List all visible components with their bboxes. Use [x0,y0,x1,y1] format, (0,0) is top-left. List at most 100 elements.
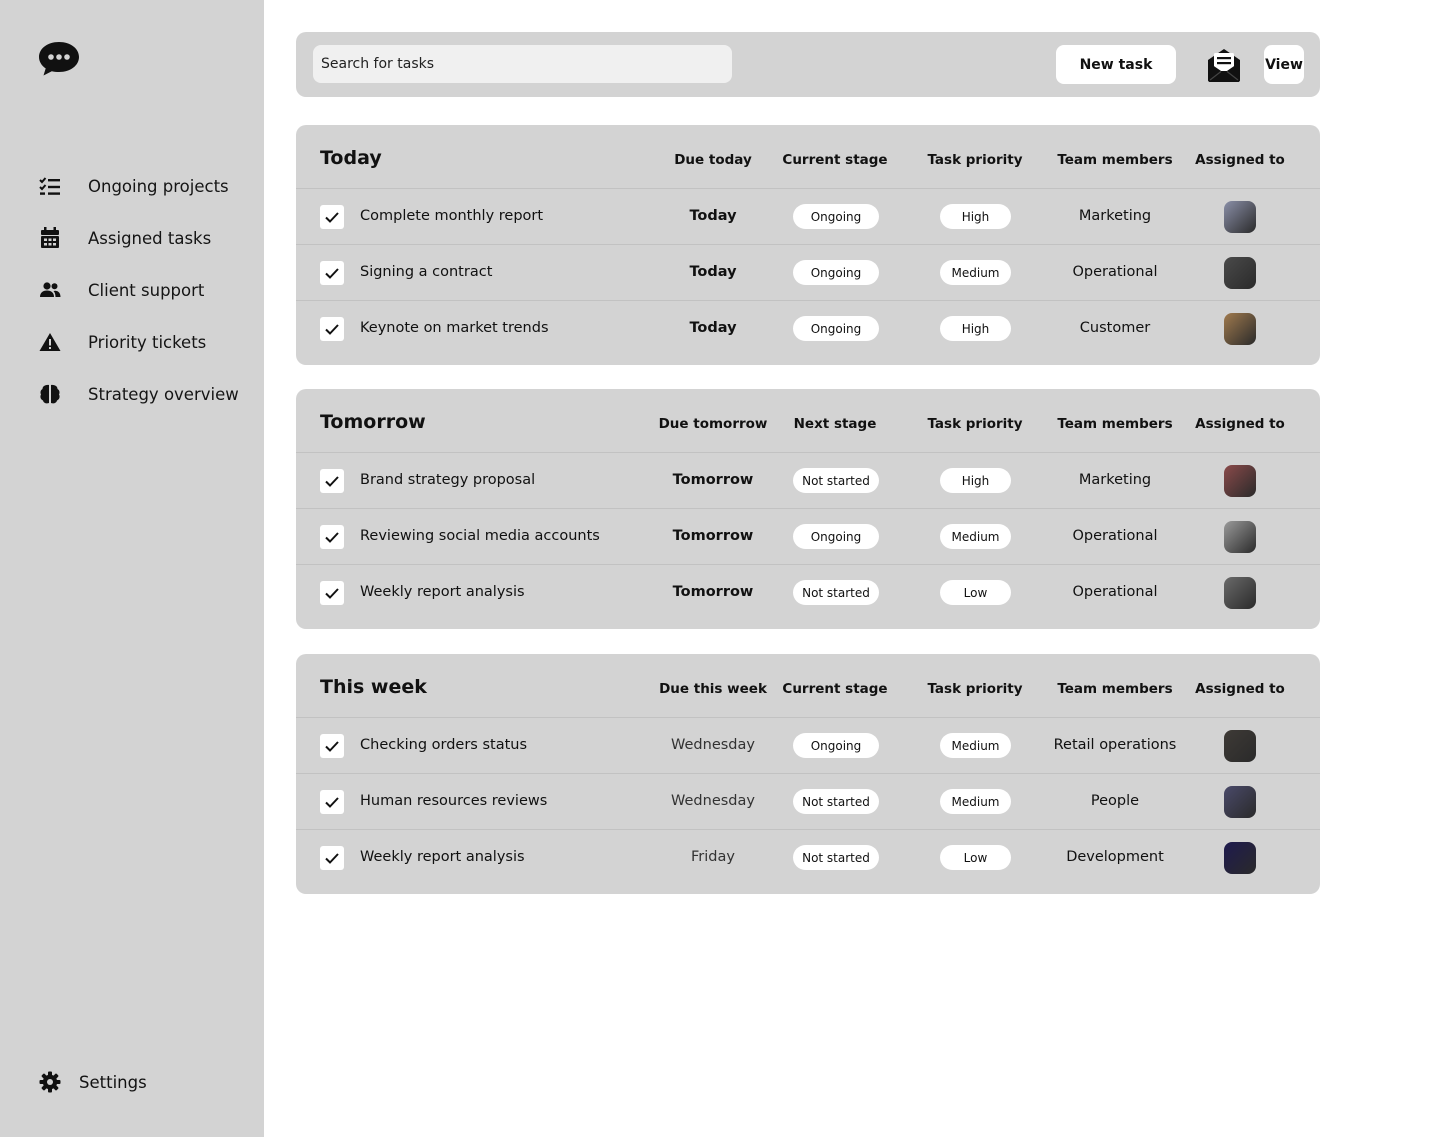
sidebar-item-ongoing-projects[interactable]: Ongoing projects [38,168,239,204]
chat-bubble-logo-icon[interactable] [38,40,80,78]
due-value: Wednesday [671,793,755,809]
stage-badge: Ongoing [793,524,879,549]
task-checkbox[interactable] [320,525,344,549]
sidebar-item-client-support[interactable]: Client support [38,272,239,308]
avatar[interactable] [1224,842,1256,874]
column-header-priority: Task priority [927,416,1023,432]
due-value: Tomorrow [672,528,754,544]
table-row[interactable]: Checking orders status Wednesday Ongoing Me… [296,718,1320,774]
column-header-team: Team members [1057,416,1173,432]
due-value: Wednesday [671,737,755,753]
priority-badge: Medium [940,524,1011,549]
stage-badge: Ongoing [793,733,879,758]
list-check-icon [38,174,62,198]
task-checkbox[interactable] [320,581,344,605]
sidebar-item-assigned-tasks[interactable]: Assigned tasks [38,220,239,256]
priority-badge: Low [940,845,1011,870]
column-header-due: Due today [674,152,752,168]
table-row[interactable]: Keynote on market trends Today Ongoing High… [296,301,1320,357]
checkmark-icon [325,852,339,864]
team-value: Development [1066,849,1164,865]
avatar[interactable] [1224,521,1256,553]
section-header: Today Due today Current stage Task priority… [296,125,1320,189]
priority-badge: High [940,316,1011,341]
users-icon [38,278,62,302]
avatar[interactable] [1224,786,1256,818]
gear-icon [38,1070,62,1094]
task-checkbox[interactable] [320,317,344,341]
avatar[interactable] [1224,201,1256,233]
table-row[interactable]: Brand strategy proposal Tomorrow Not start… [296,453,1320,509]
task-checkbox[interactable] [320,846,344,870]
stage-badge: Not started [793,845,879,870]
column-header-assigned: Assigned to [1195,152,1285,168]
priority-badge: Low [940,580,1011,605]
task-checkbox[interactable] [320,469,344,493]
avatar[interactable] [1224,730,1256,762]
due-value: Today [689,208,737,224]
warning-icon [38,330,62,354]
task-section: Tomorrow Due tomorrow Next stage Task prior… [296,389,1320,629]
brain-icon [38,382,62,406]
column-header-priority: Task priority [927,152,1023,168]
checkmark-icon [325,323,339,335]
team-value: Marketing [1078,208,1152,224]
table-row[interactable]: Complete monthly report Today Ongoing High M… [296,189,1320,245]
sidebar-item-strategy-overview[interactable]: Strategy overview [38,376,239,412]
sidebar: Ongoing projects Assigned tasks Client s… [0,0,264,1137]
stage-badge: Not started [793,789,879,814]
column-header-stage: Next stage [793,416,877,432]
checkmark-icon [325,740,339,752]
task-checkbox[interactable] [320,261,344,285]
column-header-assigned: Assigned to [1195,416,1285,432]
section-title: Today [320,147,382,169]
table-row[interactable]: Signing a contract Today Ongoing Medium Oper… [296,245,1320,301]
table-row[interactable]: Weekly report analysis Friday Not started L… [296,830,1320,886]
column-header-team: Team members [1057,152,1173,168]
top-toolbar: New task View [296,32,1320,97]
due-value: Tomorrow [672,584,754,600]
section-header: Tomorrow Due tomorrow Next stage Task prior… [296,389,1320,453]
table-row[interactable]: Human resources reviews Wednesday Not star… [296,774,1320,830]
task-section: This week Due this week Current stage Task … [296,654,1320,894]
task-name: Human resources reviews [360,793,548,809]
sidebar-item-label: Ongoing projects [88,176,229,196]
team-value: Customer [1079,320,1151,336]
avatar[interactable] [1224,465,1256,497]
task-name: Weekly report analysis [360,849,525,865]
avatar[interactable] [1224,313,1256,345]
section-header: This week Due this week Current stage Task … [296,654,1320,718]
column-header-stage: Current stage [782,152,888,168]
task-checkbox[interactable] [320,734,344,758]
stage-badge: Ongoing [793,260,879,285]
task-name: Keynote on market trends [360,320,549,336]
avatar[interactable] [1224,257,1256,289]
task-section: Today Due today Current stage Task priority… [296,125,1320,365]
team-value: Marketing [1078,472,1152,488]
task-name: Checking orders status [360,737,528,753]
table-row[interactable]: Weekly report analysis Tomorrow Not starte… [296,565,1320,621]
task-name: Brand strategy proposal [360,472,536,488]
stage-badge: Not started [793,580,879,605]
team-value: Operational [1072,584,1158,600]
view-button[interactable]: View [1264,45,1304,84]
task-name: Weekly report analysis [360,584,525,600]
sidebar-item-priority-tickets[interactable]: Priority tickets [38,324,239,360]
checkmark-icon [325,211,339,223]
sidebar-nav: Ongoing projects Assigned tasks Client s… [38,168,239,428]
team-value: People [1090,793,1140,809]
column-header-stage: Current stage [782,681,888,697]
new-task-button[interactable]: New task [1056,45,1176,84]
table-row[interactable]: Reviewing social media accounts Tomorrow O… [296,509,1320,565]
task-checkbox[interactable] [320,790,344,814]
priority-badge: High [940,468,1011,493]
search-input[interactable] [313,45,732,83]
column-header-priority: Task priority [927,681,1023,697]
avatar[interactable] [1224,577,1256,609]
open-envelope-icon[interactable] [1206,47,1242,83]
task-name: Reviewing social media accounts [360,528,600,544]
calendar-icon [38,226,62,250]
sidebar-item-settings[interactable]: Settings [38,1070,147,1094]
settings-label: Settings [79,1072,147,1092]
task-checkbox[interactable] [320,205,344,229]
